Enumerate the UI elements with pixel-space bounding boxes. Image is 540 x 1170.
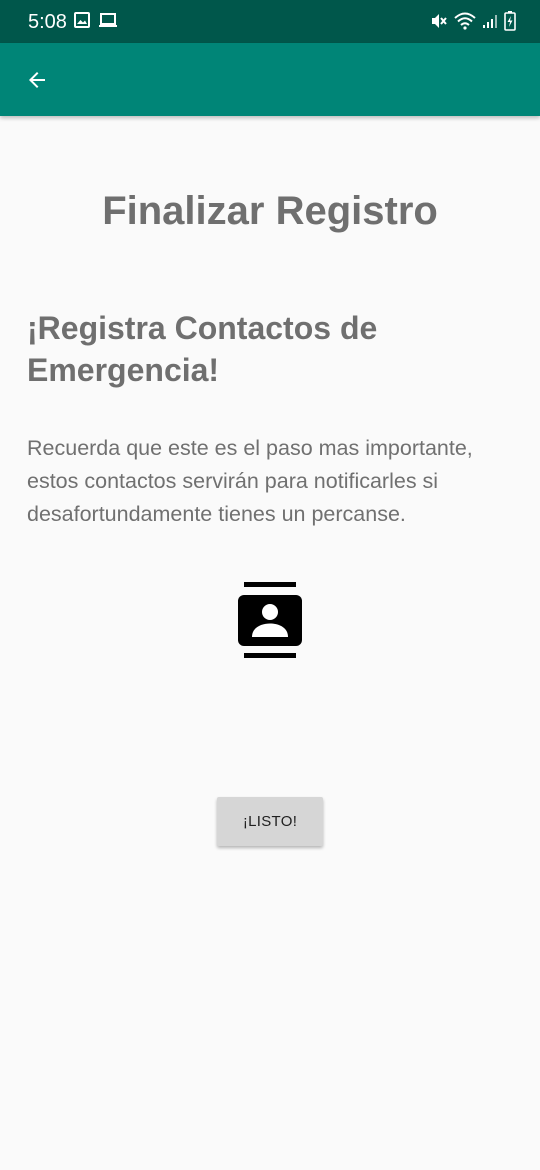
battery-charging-icon bbox=[504, 11, 516, 31]
status-right-icons bbox=[430, 11, 516, 31]
done-button[interactable]: ¡LISTO! bbox=[217, 797, 323, 846]
description-text: Recuerda que este es el paso mas importa… bbox=[27, 436, 473, 526]
back-button[interactable] bbox=[14, 57, 60, 103]
status-left-icons bbox=[74, 12, 118, 28]
page-title: Finalizar Registro bbox=[102, 189, 438, 233]
arrow-back-icon bbox=[29, 72, 45, 88]
section-heading: ¡Registra Contactos de Emergencia! bbox=[27, 310, 378, 388]
status-time: 5:08 bbox=[28, 11, 67, 33]
signal-icon bbox=[483, 15, 497, 28]
mute-vibrate-icon bbox=[432, 14, 447, 28]
laptop-icon bbox=[99, 13, 117, 27]
wifi-icon bbox=[454, 12, 476, 30]
contacts-icon bbox=[238, 582, 302, 658]
status-bar: 5:08 bbox=[0, 0, 540, 43]
app-bar bbox=[0, 43, 540, 116]
image-icon bbox=[74, 12, 90, 28]
